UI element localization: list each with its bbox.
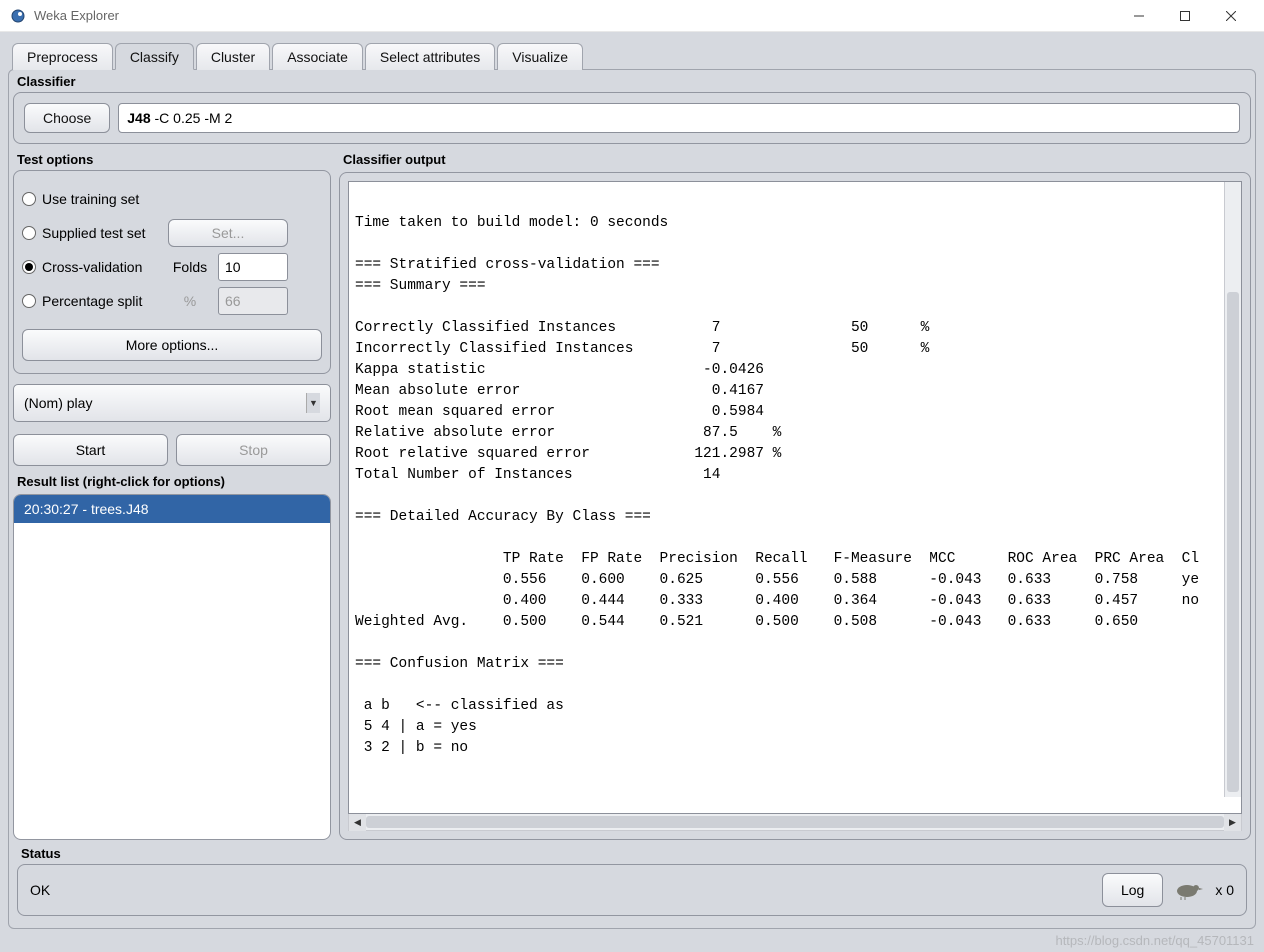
classifier-heading: Classifier xyxy=(17,74,1251,89)
label-percent-symbol: % xyxy=(168,293,212,309)
titlebar: Weka Explorer xyxy=(0,0,1264,32)
folds-input[interactable] xyxy=(218,253,288,281)
status-heading: Status xyxy=(21,846,1247,861)
more-options-button[interactable]: More options... xyxy=(22,329,322,361)
class-attribute-value: (Nom) play xyxy=(24,395,92,411)
tab-visualize[interactable]: Visualize xyxy=(497,43,583,70)
close-button[interactable] xyxy=(1208,0,1254,32)
minimize-button[interactable] xyxy=(1116,0,1162,32)
percentage-input xyxy=(218,287,288,315)
label-cross-validation: Cross-validation xyxy=(42,259,162,275)
app-icon xyxy=(10,8,26,24)
result-list-item[interactable]: 20:30:27 - trees.J48 xyxy=(14,495,330,523)
choose-button[interactable]: Choose xyxy=(24,103,110,133)
status-bar: OK Log x 0 xyxy=(17,864,1247,916)
radio-supplied-test[interactable] xyxy=(22,226,36,240)
weka-bird-icon xyxy=(1173,880,1205,900)
vertical-scrollbar[interactable] xyxy=(1224,182,1241,797)
classifier-output-heading: Classifier output xyxy=(343,152,1251,167)
log-button[interactable]: Log xyxy=(1102,873,1163,907)
watermark: https://blog.csdn.net/qq_45701131 xyxy=(1055,933,1254,948)
test-options-heading: Test options xyxy=(17,152,331,167)
tab-associate[interactable]: Associate xyxy=(272,43,363,70)
radio-percentage-split[interactable] xyxy=(22,294,36,308)
classifier-scheme-name: J48 xyxy=(127,110,150,126)
result-list-heading: Result list (right-click for options) xyxy=(17,474,331,489)
label-percentage-split: Percentage split xyxy=(42,293,162,309)
main-tabs: Preprocess Classify Cluster Associate Se… xyxy=(12,42,1260,69)
horizontal-scrollbar[interactable]: ◀ ▶ xyxy=(348,814,1242,831)
scroll-right-icon[interactable]: ▶ xyxy=(1224,814,1241,831)
label-supplied-test: Supplied test set xyxy=(42,225,162,241)
window-title: Weka Explorer xyxy=(34,8,1116,23)
radio-use-training[interactable] xyxy=(22,192,36,206)
test-options-panel: Use training set Supplied test set Set..… xyxy=(13,170,331,374)
scrollbar-thumb-h[interactable] xyxy=(366,816,1224,828)
chevron-down-icon: ▼ xyxy=(306,393,320,413)
activity-count: x 0 xyxy=(1215,882,1234,898)
classifier-output-text[interactable]: Time taken to build model: 0 seconds ===… xyxy=(348,181,1242,814)
label-use-training: Use training set xyxy=(42,191,162,207)
start-button[interactable]: Start xyxy=(13,434,168,466)
status-text: OK xyxy=(30,882,50,898)
set-testfile-button[interactable]: Set... xyxy=(168,219,288,247)
class-attribute-combo[interactable]: (Nom) play ▼ xyxy=(13,384,331,422)
tab-cluster[interactable]: Cluster xyxy=(196,43,270,70)
label-folds: Folds xyxy=(168,259,212,275)
classifier-scheme-field[interactable]: J48 -C 0.25 -M 2 xyxy=(118,103,1240,133)
classifier-output-panel: Time taken to build model: 0 seconds ===… xyxy=(339,172,1251,840)
scrollbar-thumb[interactable] xyxy=(1227,292,1239,792)
tab-select-attributes[interactable]: Select attributes xyxy=(365,43,495,70)
classifier-chooser: Choose J48 -C 0.25 -M 2 xyxy=(13,92,1251,144)
radio-cross-validation[interactable] xyxy=(22,260,36,274)
classifier-scheme-args: -C 0.25 -M 2 xyxy=(151,110,233,126)
output-content: Time taken to build model: 0 seconds ===… xyxy=(355,215,1199,756)
tab-classify[interactable]: Classify xyxy=(115,43,194,70)
scroll-left-icon[interactable]: ◀ xyxy=(349,814,366,831)
result-list[interactable]: 20:30:27 - trees.J48 xyxy=(13,494,331,840)
stop-button: Stop xyxy=(176,434,331,466)
tab-preprocess[interactable]: Preprocess xyxy=(12,43,113,70)
maximize-button[interactable] xyxy=(1162,0,1208,32)
